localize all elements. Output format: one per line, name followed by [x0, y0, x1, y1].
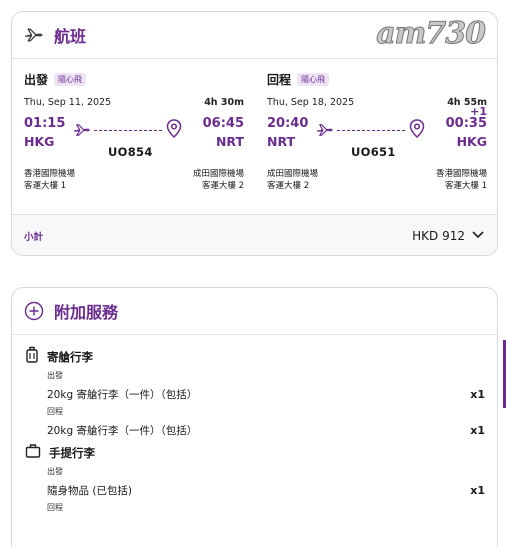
services-card: 附加服務 寄艙行李 出發 20kg 寄艙行李（一件）（包括） x1 回程 20k… — [11, 287, 498, 547]
arrival-airport-name: 成田國際機場 — [192, 169, 244, 179]
arrival-time: 00:35 — [445, 116, 487, 131]
briefcase-icon — [25, 443, 41, 463]
service-item: 隨身物品 (已包括) x1 — [47, 482, 485, 498]
section-title: 寄艙行李 — [47, 350, 93, 364]
flight-number: UO651 — [351, 145, 396, 159]
flights-card: 航班 am730 出發 隨心飛 Thu, Sep 11, 2025 4h 30m… — [11, 11, 498, 256]
services-title: 附加服務 — [54, 303, 119, 322]
route-dash — [94, 130, 162, 131]
leg-label: 出發 — [24, 72, 49, 87]
service-item: 20kg 寄艙行李（一件）（包括） x1 — [47, 422, 485, 438]
direction-label: 出發 — [47, 371, 63, 380]
airplane-icon — [24, 25, 44, 45]
departure-airport-code: HKG — [24, 134, 55, 149]
departure-time: 01:15 — [24, 116, 66, 131]
location-pin-icon — [409, 119, 425, 143]
subtotal-label: 小計 — [24, 232, 44, 243]
leg-date: Thu, Sep 18, 2025 — [267, 97, 355, 108]
departure-airport-name: 成田國際機場 — [267, 169, 319, 179]
arrival-airport-code: NRT — [215, 134, 244, 149]
flights-header: 航班 am730 — [12, 12, 497, 59]
departure-terminal: 客運大樓 1 — [24, 181, 67, 191]
return-leg: 回程 隨心飛 Thu, Sep 18, 2025 4h 55m +1 20:40… — [267, 70, 487, 192]
service-item-name: 隨身物品 (已包括) — [47, 484, 133, 497]
section-title: 手提行李 — [49, 446, 95, 460]
departure-time: 20:40 — [267, 116, 309, 131]
outbound-leg: 出發 隨心飛 Thu, Sep 11, 2025 4h 30m 01:15 HK… — [24, 70, 244, 192]
service-item-name: 20kg 寄艙行李（一件）（包括） — [47, 388, 198, 401]
flights-title: 航班 — [54, 27, 87, 46]
route-dash — [337, 130, 405, 131]
fare-tag: 隨心飛 — [297, 72, 330, 86]
direction-label: 回程 — [47, 407, 63, 416]
suitcase-icon — [25, 346, 39, 368]
direction-label: 出發 — [47, 467, 63, 476]
arrival-terminal: 客運大樓 1 — [444, 181, 487, 191]
location-pin-icon — [166, 119, 182, 143]
leg-label: 回程 — [267, 72, 292, 87]
airplane-icon — [315, 121, 335, 143]
departure-terminal: 客運大樓 2 — [267, 181, 310, 191]
services-header[interactable]: 附加服務 — [12, 288, 497, 335]
service-item-qty: x1 — [470, 483, 485, 497]
leg-duration: 4h 30m — [204, 97, 244, 108]
chevron-down-icon[interactable] — [471, 229, 485, 243]
watermark-logo: am730 — [376, 16, 487, 52]
arrival-airport-name: 香港國際機場 — [435, 169, 487, 179]
flight-number: UO854 — [108, 145, 153, 159]
subtotal-toggle[interactable]: HKD 912 — [412, 229, 485, 243]
checked-baggage-section: 寄艙行李 出發 20kg 寄艙行李（一件）（包括） x1 回程 20kg 寄艙行… — [25, 346, 485, 438]
route-line — [72, 119, 192, 141]
subtotal-row[interactable]: 小計 HKD 912 — [12, 214, 497, 255]
arrival-airport-code: HKG — [456, 134, 487, 149]
arrival-time: 06:45 — [202, 116, 244, 131]
departure-airport-name: 香港國際機場 — [24, 169, 76, 179]
service-item-qty: x1 — [470, 423, 485, 437]
service-item-name: 20kg 寄艙行李（一件）（包括） — [47, 424, 198, 437]
arrival-terminal: 客運大樓 2 — [201, 181, 244, 191]
service-item: 20kg 寄艙行李（一件）（包括） x1 — [47, 386, 485, 402]
carry-on-section: 手提行李 出發 隨身物品 (已包括) x1 回程 — [25, 444, 485, 514]
subtotal-amount: HKD 912 — [412, 229, 465, 243]
route-line — [315, 119, 435, 141]
direction-label: 回程 — [47, 503, 63, 512]
fare-tag: 隨心飛 — [54, 72, 87, 86]
service-item-qty: x1 — [470, 387, 485, 401]
add-circle-icon[interactable] — [24, 301, 44, 321]
airplane-icon — [72, 121, 92, 143]
departure-airport-code: NRT — [267, 134, 296, 149]
leg-date: Thu, Sep 11, 2025 — [24, 97, 112, 108]
